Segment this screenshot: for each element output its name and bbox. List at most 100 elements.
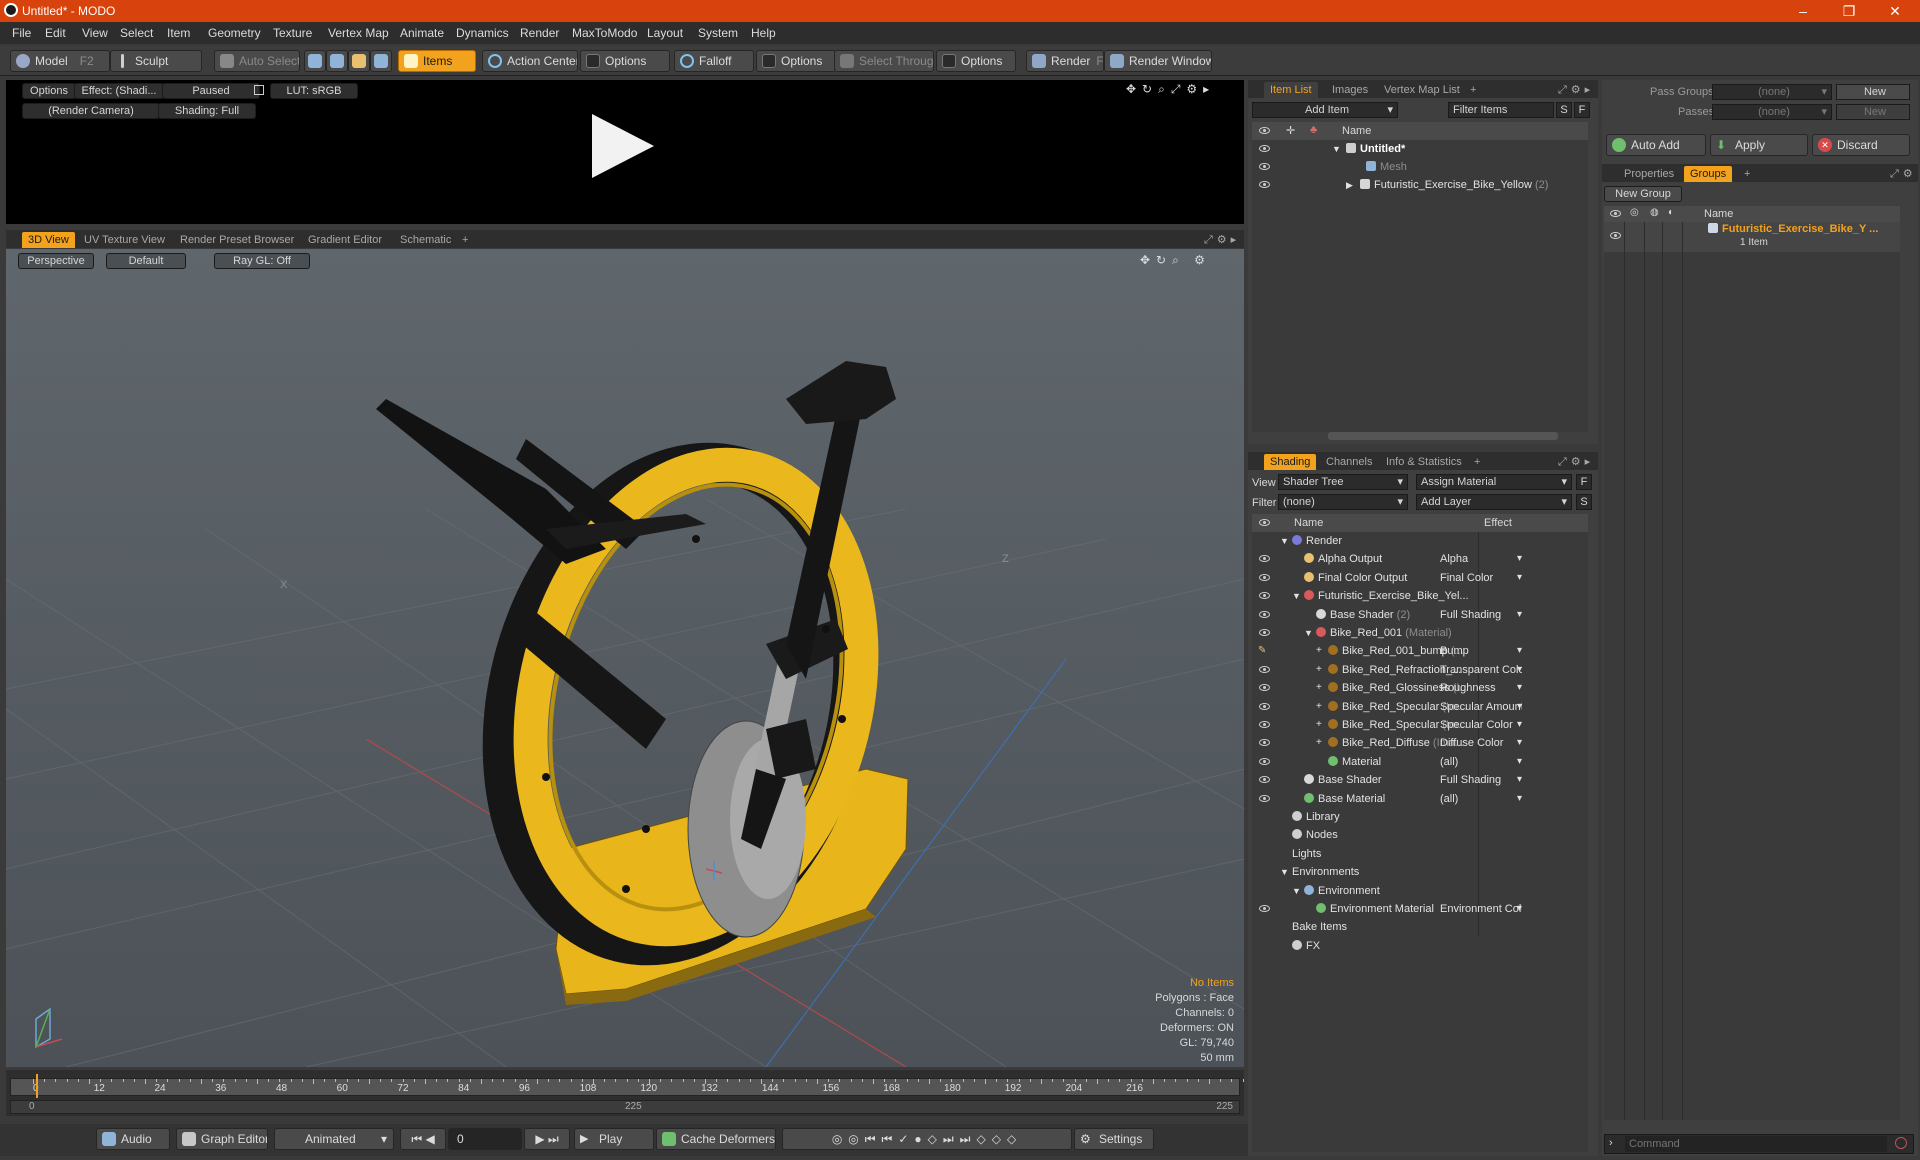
tab-schematic[interactable]: Schematic [394, 232, 457, 248]
tab-gradient-editor[interactable]: Gradient Editor [302, 232, 388, 248]
add-tab-icon[interactable]: + [456, 232, 474, 248]
action-center-button[interactable]: Action Center [482, 50, 578, 72]
preview-paused-button[interactable]: Paused [162, 83, 260, 99]
discard-button[interactable]: ✕ Discard [1812, 134, 1910, 156]
shader-tree-row[interactable]: + Bike_Red_Refraction_... Transparent Col… [1252, 661, 1588, 679]
graph-editor-button[interactable]: Graph Editor [176, 1128, 268, 1150]
filter-dropdown[interactable]: (none) ▾ [1278, 494, 1408, 510]
menu-layout[interactable]: Layout [647, 26, 683, 40]
expand-plus-icon[interactable]: + [1316, 679, 1322, 697]
preview-effect-dropdown[interactable]: Effect: (Shadi... [74, 83, 164, 99]
eye-icon[interactable] [1259, 794, 1270, 802]
menu-edit[interactable]: Edit [45, 26, 66, 40]
view-dropdown[interactable]: Shader Tree ▾ [1278, 474, 1408, 490]
eye-icon[interactable] [1259, 629, 1270, 636]
effect-dropdown[interactable]: Transparent Color [1440, 661, 1522, 679]
tree-row-bike-group[interactable]: ▶ Futuristic_Exercise_Bike_Yellow (2) [1252, 176, 1588, 194]
settings-button[interactable]: ⚙ Settings [1074, 1128, 1154, 1150]
timeline-ruler[interactable]: 0122436486072849610812013214415616818019… [10, 1078, 1255, 1096]
expand-arrow-icon[interactable]: ▼ [1304, 624, 1313, 642]
shader-tree-row[interactable]: Base Shader (2) Full Shading [1252, 606, 1588, 624]
shader-tree-row[interactable]: Base Shader Full Shading [1252, 771, 1588, 789]
eye-icon[interactable] [1259, 145, 1270, 152]
new-group-button[interactable]: New Group [1604, 186, 1682, 202]
tab-channels[interactable]: Channels [1320, 454, 1378, 470]
eye-icon[interactable] [1259, 757, 1270, 765]
menu-dynamics[interactable]: Dynamics [456, 26, 509, 40]
command-input[interactable] [1625, 1136, 1887, 1152]
preview-options-button[interactable]: Options [22, 83, 76, 99]
menu-maxtomodo[interactable]: MaxToModo [572, 26, 637, 40]
menu-item[interactable]: Item [167, 26, 190, 40]
effect-dropdown[interactable]: Roughness [1440, 679, 1522, 697]
shader-tree-row[interactable]: Alpha Output Alpha [1252, 550, 1588, 568]
close-icon[interactable]: ✕ [1872, 0, 1918, 22]
auto-add-button[interactable]: Auto Add [1606, 134, 1706, 156]
shader-tree-row[interactable]: Bake Items [1252, 918, 1588, 936]
shader-tree-row[interactable]: Environment Material Environment Color [1252, 900, 1588, 918]
add-layer-dropdown[interactable]: Add Layer ▾ [1416, 494, 1572, 510]
options-button-1[interactable]: Options [580, 50, 670, 72]
effect-dropdown[interactable]: Alpha [1440, 550, 1522, 568]
expand-plus-icon[interactable]: + [1316, 698, 1322, 716]
groups-panel-icons[interactable]: ⤢⚙ [1884, 166, 1920, 182]
effect-dropdown[interactable]: Full Shading [1440, 606, 1522, 624]
expand-plus-icon[interactable]: + [1316, 642, 1322, 660]
menu-view[interactable]: View [82, 26, 108, 40]
itemlist-f-button[interactable]: F [1574, 102, 1590, 118]
polygons-mode-button[interactable] [348, 50, 370, 72]
eye-icon[interactable] [1259, 905, 1270, 912]
play-icon[interactable] [592, 114, 654, 178]
tree-row-mesh[interactable]: Mesh [1252, 158, 1588, 176]
effect-dropdown[interactable]: Full Shading [1440, 771, 1522, 789]
frame-forward-buttons[interactable]: ▶ ⏭ [524, 1128, 570, 1150]
shader-tree-row[interactable]: ▼ Render [1252, 532, 1588, 550]
shader-tree-row[interactable]: ▼ Futuristic_Exercise_Bike_Yel... [1252, 587, 1588, 605]
range-bar[interactable]: 0 225 225 [10, 1100, 1240, 1114]
expand-plus-icon[interactable]: + [1316, 716, 1322, 734]
eye-icon[interactable] [1259, 702, 1270, 710]
itemlist-tree[interactable]: ▼ Untitled* Mesh ▶ Futuristic_Exercise_Bik… [1252, 140, 1588, 432]
menu-vertex-map[interactable]: Vertex Map [328, 26, 389, 40]
shader-tree-row[interactable]: ▼ Environment [1252, 882, 1588, 900]
shading-s-button[interactable]: S [1576, 494, 1592, 510]
expand-arrow-icon[interactable]: ▼ [1292, 587, 1301, 605]
select-through-button[interactable]: Select Through [834, 50, 934, 72]
cache-deformers-button[interactable]: Cache Deformers [656, 1128, 776, 1150]
menu-animate[interactable]: Animate [400, 26, 444, 40]
eye-icon[interactable] [1610, 232, 1621, 239]
play-button[interactable]: ▶ Play [574, 1128, 654, 1150]
playhead[interactable] [36, 1074, 38, 1098]
shader-tree-row[interactable]: Material (all) [1252, 753, 1588, 771]
preview-shading-dropdown[interactable]: Shading: Full [158, 103, 256, 119]
tab-render-preset-browser[interactable]: Render Preset Browser [174, 232, 300, 248]
perspective-dropdown[interactable]: Perspective [18, 253, 94, 269]
eye-icon[interactable] [1259, 721, 1270, 728]
options-button-2[interactable]: Options [756, 50, 836, 72]
expand-arrow-icon[interactable]: ▼ [1292, 882, 1301, 900]
falloff-button[interactable]: Falloff [674, 50, 754, 72]
audio-button[interactable]: Audio [96, 1128, 170, 1150]
effect-dropdown[interactable]: Final Color [1440, 569, 1522, 587]
group-row[interactable]: Futuristic_Exercise_Bike_Y ... 1 Item [1604, 222, 1900, 252]
itemlist-s-button[interactable]: S [1556, 102, 1572, 118]
shading-f-button[interactable]: F [1576, 474, 1592, 490]
frame-input[interactable]: 0 [448, 1128, 522, 1150]
shader-tree-row[interactable]: Library [1252, 808, 1588, 826]
expand-plus-icon[interactable]: + [1316, 734, 1322, 752]
effect-dropdown[interactable]: Specular Color [1440, 716, 1522, 734]
menu-file[interactable]: File [12, 26, 31, 40]
eye-icon[interactable] [1259, 665, 1270, 673]
tab-properties[interactable]: Properties [1618, 166, 1680, 182]
menu-select[interactable]: Select [120, 26, 153, 40]
command-history-icon[interactable] [1895, 1137, 1907, 1149]
eye-icon[interactable] [1259, 181, 1270, 188]
animated-dropdown[interactable]: Animated ▾ [274, 1128, 394, 1150]
tab-3d-view[interactable]: 3D View [22, 232, 75, 248]
effect-dropdown[interactable]: (all) [1440, 753, 1522, 771]
expand-arrow-icon[interactable]: ▼ [1280, 532, 1289, 550]
tab-groups[interactable]: Groups [1684, 166, 1733, 182]
3d-viewport[interactable]: Perspective Default Ray GL: Off ✥↻⌕ ⚙ X … [6, 249, 1244, 1067]
apply-button[interactable]: ⬇ Apply [1710, 134, 1808, 156]
camera-dropdown[interactable]: (Render Camera) [22, 103, 160, 119]
